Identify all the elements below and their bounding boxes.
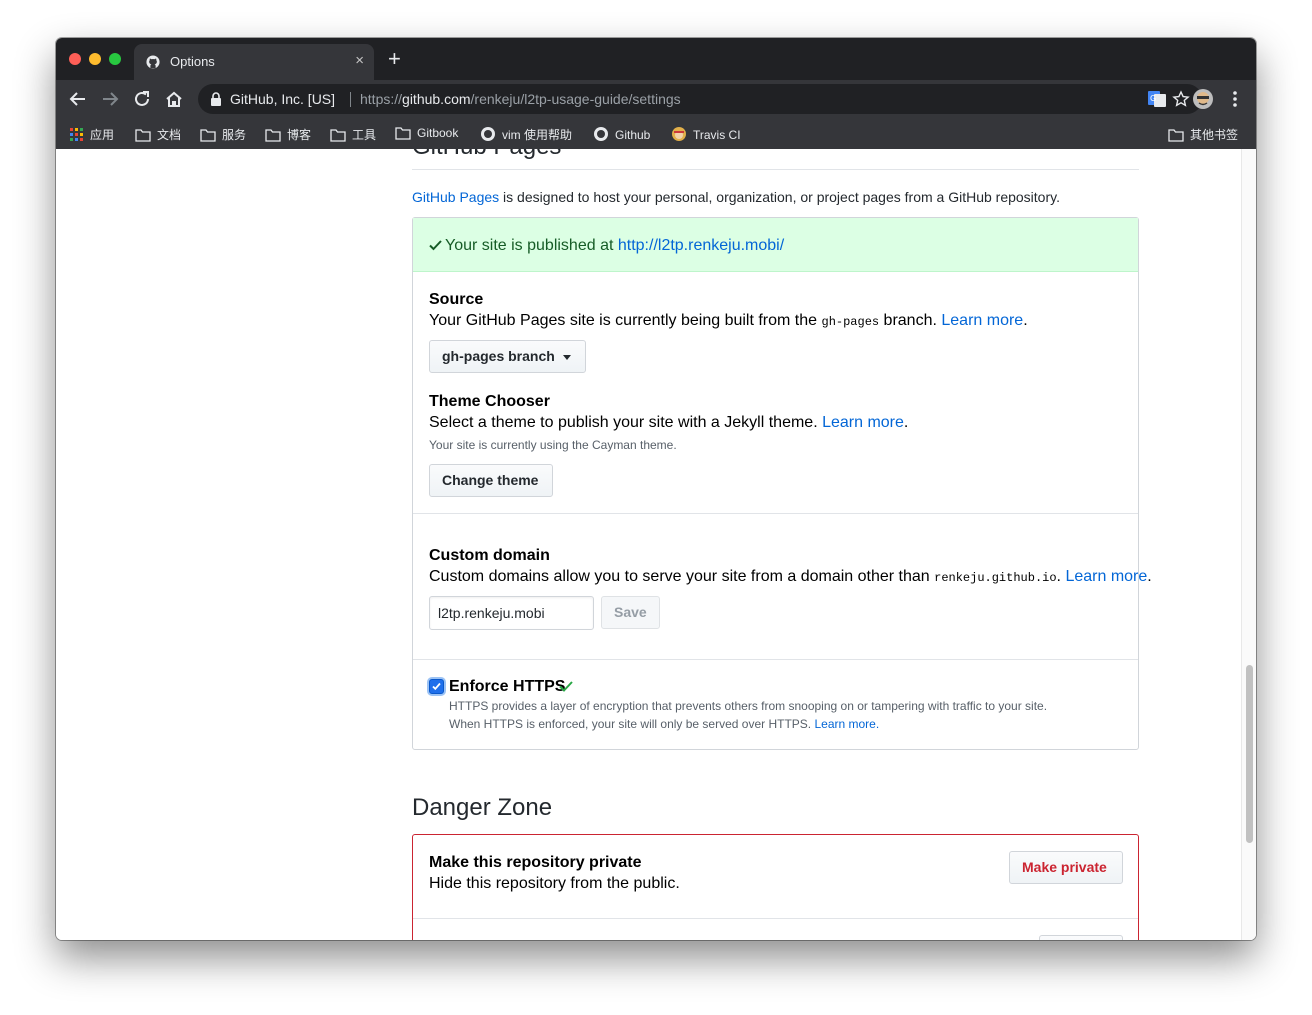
folder-icon <box>135 129 151 142</box>
pages-intro: GitHub Pages is designed to host your pe… <box>412 189 1060 205</box>
published-flash: Your site is published at http://l2tp.re… <box>413 218 1138 272</box>
bookmark-star-icon[interactable] <box>1172 90 1190 108</box>
bookmark-tools[interactable]: 工具 <box>330 126 376 142</box>
close-window-button[interactable] <box>69 53 81 65</box>
home-icon[interactable] <box>163 88 185 110</box>
branch-select-button[interactable]: gh-pages branch <box>429 340 586 373</box>
url-text: https://github.com/renkeju/l2tp-usage-gu… <box>360 91 681 107</box>
apps-grid-icon <box>70 128 83 141</box>
theme-title: Theme Chooser <box>429 393 550 410</box>
domain-learn-more-link[interactable]: Learn more <box>1065 568 1147 585</box>
bookmark-github[interactable]: Github <box>593 126 650 142</box>
github-icon <box>594 127 608 141</box>
bookmark-travis-ci[interactable]: Travis CI <box>671 126 741 142</box>
caret-down-icon <box>562 355 571 360</box>
bookmark-gitbook[interactable]: Gitbook <box>395 126 458 142</box>
new-tab-button[interactable]: + <box>388 48 401 70</box>
https-description-line2: When HTTPS is enforced, your site will o… <box>449 717 880 731</box>
pages-section-heading: GitHub Pages <box>412 149 1139 161</box>
folder-icon <box>1168 129 1184 142</box>
travis-ci-icon <box>672 127 686 141</box>
section-divider <box>413 659 1138 660</box>
folder-icon <box>395 127 411 140</box>
domain-description: Custom domains allow you to serve your s… <box>429 568 1152 585</box>
make-private-description: Hide this repository from the public. <box>429 875 680 892</box>
make-private-title: Make this repository private <box>429 854 642 871</box>
source-title: Source <box>429 291 484 308</box>
minimize-window-button[interactable] <box>89 53 101 65</box>
save-button[interactable]: Save <box>601 596 660 629</box>
https-learn-more-link[interactable]: Learn more. <box>814 717 879 731</box>
profile-avatar-icon[interactable] <box>1192 88 1214 110</box>
tab-options[interactable]: Options × <box>134 44 374 80</box>
back-icon[interactable] <box>67 88 89 110</box>
heading-divider <box>412 169 1139 170</box>
page-content: GitHub Pages GitHub Pages is designed to… <box>56 149 1256 940</box>
https-description-line1: HTTPS provides a layer of encryption tha… <box>449 699 1048 713</box>
bookmark-apps[interactable]: 应用 <box>70 126 114 142</box>
browser-toolbar: GitHub, Inc. [US] https://github.com/ren… <box>56 80 1256 118</box>
theme-note: Your site is currently using the Cayman … <box>429 438 677 452</box>
menu-kebab-icon[interactable] <box>1224 88 1246 110</box>
source-learn-more-link[interactable]: Learn more <box>941 312 1023 329</box>
bookmark-blog[interactable]: 博客 <box>265 126 311 142</box>
forward-icon[interactable] <box>99 88 121 110</box>
https-success-check-icon <box>559 681 573 692</box>
github-pages-link[interactable]: GitHub Pages <box>412 189 499 205</box>
folder-icon <box>330 129 346 142</box>
danger-zone-box: Make this repository private Hide this r… <box>412 834 1139 940</box>
github-icon <box>481 127 495 141</box>
domain-title: Custom domain <box>429 547 550 564</box>
theme-description: Select a theme to publish your site with… <box>429 414 909 431</box>
next-danger-button[interactable] <box>1039 935 1123 940</box>
published-message: Your site is published at http://l2tp.re… <box>445 237 785 254</box>
browser-window: Options × + GitHub, Inc. [US] https://gi… <box>56 38 1256 940</box>
folder-icon <box>200 129 216 142</box>
bookmarks-bar: 应用 文档 服务 博客 工具 Gitbook vim 使用帮助 Github T… <box>56 118 1256 149</box>
scrollbar-track[interactable] <box>1241 149 1256 940</box>
github-icon <box>146 55 160 69</box>
change-theme-button[interactable]: Change theme <box>429 464 553 497</box>
danger-divider <box>413 918 1138 919</box>
danger-zone-heading: Danger Zone <box>412 794 553 821</box>
https-title: Enforce HTTPS <box>449 678 566 695</box>
bookmark-docs[interactable]: 文档 <box>135 126 181 142</box>
svg-text:G: G <box>1150 94 1156 103</box>
folder-icon <box>265 129 281 142</box>
enforce-https-checkbox[interactable] <box>429 679 444 694</box>
other-bookmarks[interactable]: 其他书签 <box>1168 126 1238 142</box>
theme-learn-more-link[interactable]: Learn more <box>822 414 904 431</box>
bookmark-vim-help[interactable]: vim 使用帮助 <box>480 126 572 142</box>
check-icon <box>429 240 442 251</box>
address-separator <box>350 92 351 107</box>
source-description: Your GitHub Pages site is currently bein… <box>429 312 1028 329</box>
published-url-link[interactable]: http://l2tp.renkeju.mobi/ <box>618 237 784 254</box>
pages-settings-box: Your site is published at http://l2tp.re… <box>412 217 1152 750</box>
bookmark-services[interactable]: 服务 <box>200 126 246 142</box>
custom-domain-input[interactable] <box>429 596 594 630</box>
tab-close-icon[interactable]: × <box>355 52 364 69</box>
tab-title: Options <box>170 54 215 69</box>
section-divider <box>413 513 1138 514</box>
lock-icon <box>211 92 221 106</box>
site-identity: GitHub, Inc. [US] <box>230 91 336 107</box>
scrollbar-thumb[interactable] <box>1246 665 1253 843</box>
checkmark-icon <box>432 682 441 691</box>
translate-icon[interactable]: G <box>1146 88 1168 110</box>
tab-strip: Options × + <box>56 38 1256 80</box>
make-private-button[interactable]: Make private <box>1009 851 1123 884</box>
reload-icon[interactable] <box>131 88 153 110</box>
address-bar[interactable]: GitHub, Inc. [US] https://github.com/ren… <box>198 84 1202 114</box>
zoom-window-button[interactable] <box>109 53 121 65</box>
